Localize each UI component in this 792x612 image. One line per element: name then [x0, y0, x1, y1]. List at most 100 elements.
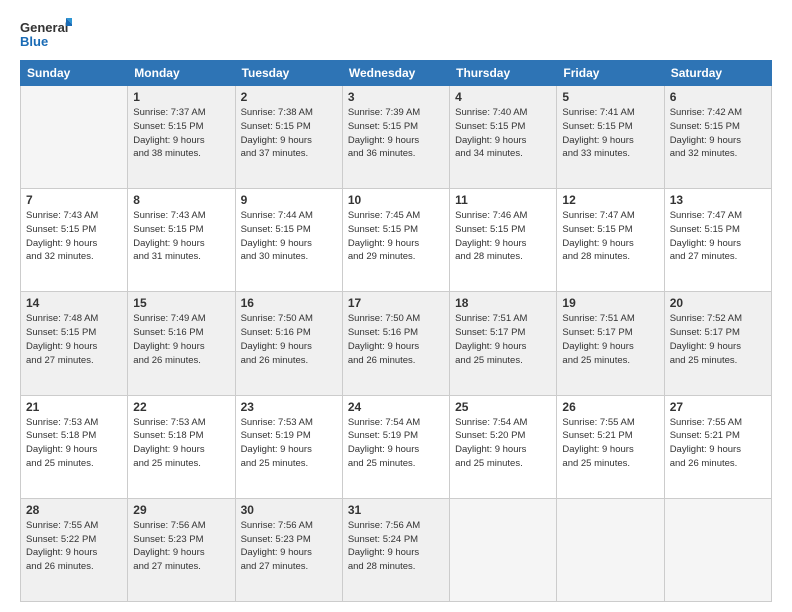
calendar-table: SundayMondayTuesdayWednesdayThursdayFrid…: [20, 60, 772, 602]
day-info: Sunrise: 7:44 AMSunset: 5:15 PMDaylight:…: [241, 209, 337, 264]
header: General Blue: [20, 16, 772, 52]
calendar-cell: 28 Sunrise: 7:55 AMSunset: 5:22 PMDayligh…: [21, 498, 128, 601]
calendar-cell: [21, 86, 128, 189]
day-number: 15: [133, 296, 229, 310]
day-info: Sunrise: 7:50 AMSunset: 5:16 PMDaylight:…: [348, 312, 444, 367]
week-row-2: 14 Sunrise: 7:48 AMSunset: 5:15 PMDayligh…: [21, 292, 772, 395]
calendar-cell: 18 Sunrise: 7:51 AMSunset: 5:17 PMDayligh…: [450, 292, 557, 395]
day-number: 12: [562, 193, 658, 207]
day-number: 7: [26, 193, 122, 207]
week-row-1: 7 Sunrise: 7:43 AMSunset: 5:15 PMDaylight…: [21, 189, 772, 292]
calendar-header-row: SundayMondayTuesdayWednesdayThursdayFrid…: [21, 61, 772, 86]
day-number: 13: [670, 193, 766, 207]
calendar-cell: 13 Sunrise: 7:47 AMSunset: 5:15 PMDayligh…: [664, 189, 771, 292]
day-number: 5: [562, 90, 658, 104]
calendar-cell: [557, 498, 664, 601]
day-info: Sunrise: 7:55 AMSunset: 5:21 PMDaylight:…: [562, 416, 658, 471]
logo-icon: General Blue: [20, 16, 72, 52]
day-number: 1: [133, 90, 229, 104]
calendar-cell: 3 Sunrise: 7:39 AMSunset: 5:15 PMDaylight…: [342, 86, 449, 189]
calendar-cell: [664, 498, 771, 601]
day-number: 22: [133, 400, 229, 414]
calendar-cell: 11Sunrise: 7:46 AMSunset: 5:15 PMDayligh…: [450, 189, 557, 292]
calendar-cell: 16 Sunrise: 7:50 AMSunset: 5:16 PMDayligh…: [235, 292, 342, 395]
calendar-cell: 14 Sunrise: 7:48 AMSunset: 5:15 PMDayligh…: [21, 292, 128, 395]
svg-text:Blue: Blue: [20, 34, 48, 49]
calendar-cell: 20 Sunrise: 7:52 AMSunset: 5:17 PMDayligh…: [664, 292, 771, 395]
calendar-cell: 31Sunrise: 7:56 AMSunset: 5:24 PMDayligh…: [342, 498, 449, 601]
week-row-3: 21 Sunrise: 7:53 AMSunset: 5:18 PMDayligh…: [21, 395, 772, 498]
day-number: 9: [241, 193, 337, 207]
day-info: Sunrise: 7:40 AMSunset: 5:15 PMDaylight:…: [455, 106, 551, 161]
day-header-saturday: Saturday: [664, 61, 771, 86]
day-number: 23: [241, 400, 337, 414]
day-number: 18: [455, 296, 551, 310]
calendar-cell: 10 Sunrise: 7:45 AMSunset: 5:15 PMDayligh…: [342, 189, 449, 292]
calendar-cell: 29 Sunrise: 7:56 AMSunset: 5:23 PMDayligh…: [128, 498, 235, 601]
day-info: Sunrise: 7:42 AMSunset: 5:15 PMDaylight:…: [670, 106, 766, 161]
day-info: Sunrise: 7:41 AMSunset: 5:15 PMDaylight:…: [562, 106, 658, 161]
calendar-cell: 9 Sunrise: 7:44 AMSunset: 5:15 PMDaylight…: [235, 189, 342, 292]
day-info: Sunrise: 7:48 AMSunset: 5:15 PMDaylight:…: [26, 312, 122, 367]
day-number: 2: [241, 90, 337, 104]
calendar-cell: 26 Sunrise: 7:55 AMSunset: 5:21 PMDayligh…: [557, 395, 664, 498]
day-info: Sunrise: 7:55 AMSunset: 5:21 PMDaylight:…: [670, 416, 766, 471]
day-info: Sunrise: 7:53 AMSunset: 5:18 PMDaylight:…: [133, 416, 229, 471]
day-info: Sunrise: 7:49 AMSunset: 5:16 PMDaylight:…: [133, 312, 229, 367]
day-number: 21: [26, 400, 122, 414]
day-header-tuesday: Tuesday: [235, 61, 342, 86]
calendar-cell: 5 Sunrise: 7:41 AMSunset: 5:15 PMDaylight…: [557, 86, 664, 189]
calendar-cell: 4 Sunrise: 7:40 AMSunset: 5:15 PMDaylight…: [450, 86, 557, 189]
day-number: 4: [455, 90, 551, 104]
day-number: 19: [562, 296, 658, 310]
day-info: Sunrise: 7:51 AMSunset: 5:17 PMDaylight:…: [455, 312, 551, 367]
svg-text:General: General: [20, 20, 68, 35]
calendar-cell: 22 Sunrise: 7:53 AMSunset: 5:18 PMDayligh…: [128, 395, 235, 498]
calendar-cell: 1 Sunrise: 7:37 AMSunset: 5:15 PMDaylight…: [128, 86, 235, 189]
calendar-cell: 21 Sunrise: 7:53 AMSunset: 5:18 PMDayligh…: [21, 395, 128, 498]
day-number: 14: [26, 296, 122, 310]
day-number: 20: [670, 296, 766, 310]
day-info: Sunrise: 7:45 AMSunset: 5:15 PMDaylight:…: [348, 209, 444, 264]
calendar-cell: 6Sunrise: 7:42 AMSunset: 5:15 PMDaylight…: [664, 86, 771, 189]
calendar-cell: 23 Sunrise: 7:53 AMSunset: 5:19 PMDayligh…: [235, 395, 342, 498]
day-info: Sunrise: 7:47 AMSunset: 5:15 PMDaylight:…: [562, 209, 658, 264]
day-info: Sunrise: 7:37 AMSunset: 5:15 PMDaylight:…: [133, 106, 229, 161]
day-number: 30: [241, 503, 337, 517]
week-row-4: 28 Sunrise: 7:55 AMSunset: 5:22 PMDayligh…: [21, 498, 772, 601]
day-number: 3: [348, 90, 444, 104]
calendar-cell: 30 Sunrise: 7:56 AMSunset: 5:23 PMDayligh…: [235, 498, 342, 601]
day-number: 8: [133, 193, 229, 207]
day-info: Sunrise: 7:55 AMSunset: 5:22 PMDaylight:…: [26, 519, 122, 574]
day-info: Sunrise: 7:52 AMSunset: 5:17 PMDaylight:…: [670, 312, 766, 367]
day-info: Sunrise: 7:51 AMSunset: 5:17 PMDaylight:…: [562, 312, 658, 367]
day-info: Sunrise: 7:53 AMSunset: 5:18 PMDaylight:…: [26, 416, 122, 471]
day-info: Sunrise: 7:54 AMSunset: 5:19 PMDaylight:…: [348, 416, 444, 471]
day-number: 24: [348, 400, 444, 414]
day-number: 17: [348, 296, 444, 310]
day-info: Sunrise: 7:43 AMSunset: 5:15 PMDaylight:…: [26, 209, 122, 264]
calendar-cell: 17 Sunrise: 7:50 AMSunset: 5:16 PMDayligh…: [342, 292, 449, 395]
day-number: 28: [26, 503, 122, 517]
day-info: Sunrise: 7:56 AMSunset: 5:23 PMDaylight:…: [133, 519, 229, 574]
day-info: Sunrise: 7:47 AMSunset: 5:15 PMDaylight:…: [670, 209, 766, 264]
day-number: 29: [133, 503, 229, 517]
day-number: 10: [348, 193, 444, 207]
calendar-cell: 12 Sunrise: 7:47 AMSunset: 5:15 PMDayligh…: [557, 189, 664, 292]
day-info: Sunrise: 7:39 AMSunset: 5:15 PMDaylight:…: [348, 106, 444, 161]
calendar-cell: 15 Sunrise: 7:49 AMSunset: 5:16 PMDayligh…: [128, 292, 235, 395]
day-header-sunday: Sunday: [21, 61, 128, 86]
calendar-body: 1 Sunrise: 7:37 AMSunset: 5:15 PMDaylight…: [21, 86, 772, 602]
day-info: Sunrise: 7:43 AMSunset: 5:15 PMDaylight:…: [133, 209, 229, 264]
day-info: Sunrise: 7:53 AMSunset: 5:19 PMDaylight:…: [241, 416, 337, 471]
calendar-cell: 19 Sunrise: 7:51 AMSunset: 5:17 PMDayligh…: [557, 292, 664, 395]
day-number: 16: [241, 296, 337, 310]
day-number: 11: [455, 193, 551, 207]
day-header-thursday: Thursday: [450, 61, 557, 86]
day-info: Sunrise: 7:50 AMSunset: 5:16 PMDaylight:…: [241, 312, 337, 367]
day-info: Sunrise: 7:54 AMSunset: 5:20 PMDaylight:…: [455, 416, 551, 471]
day-info: Sunrise: 7:56 AMSunset: 5:23 PMDaylight:…: [241, 519, 337, 574]
day-number: 26: [562, 400, 658, 414]
day-header-friday: Friday: [557, 61, 664, 86]
week-row-0: 1 Sunrise: 7:37 AMSunset: 5:15 PMDaylight…: [21, 86, 772, 189]
